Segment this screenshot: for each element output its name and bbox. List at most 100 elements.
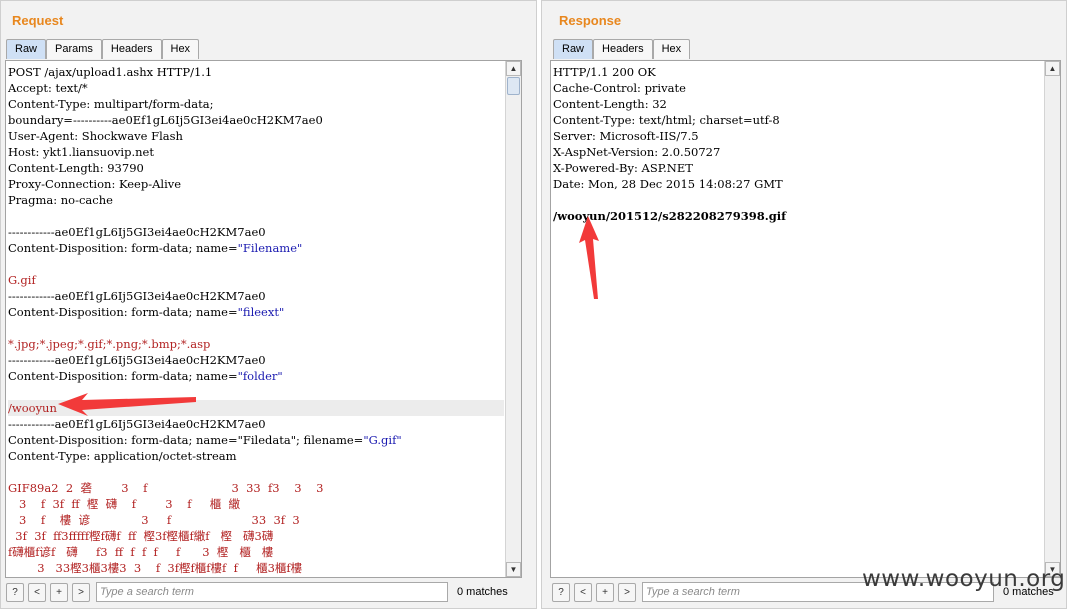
text-line: G.gif: [8, 272, 504, 288]
response-scrollbar[interactable]: ▲ ▼: [1044, 61, 1060, 577]
line-text: Content-Length: 93790: [8, 161, 144, 175]
param-value: "folder": [237, 369, 283, 383]
text-line: Content-Length: 32: [553, 96, 1043, 112]
text-line: Cache-Control: private: [553, 80, 1043, 96]
tab-headers[interactable]: Headers: [593, 39, 653, 59]
line-text: Content-Length: 32: [553, 97, 667, 111]
text-line: Host: ykt1.liansuovip.net: [8, 144, 504, 160]
line-text: Content-Disposition: form-data; name=: [8, 305, 238, 319]
scroll-thumb[interactable]: [507, 77, 520, 95]
text-line: GIF89a2 2 砻 3 f 3 33 f3 3 3: [8, 480, 504, 496]
line-text: Cache-Control: private: [553, 81, 686, 95]
text-line: Content-Type: application/octet-stream: [8, 448, 504, 464]
text-line: [8, 208, 504, 224]
text-line: [553, 192, 1043, 208]
text-line: X-AspNet-Version: 2.0.50727: [553, 144, 1043, 160]
response-body-text[interactable]: HTTP/1.1 200 OK Cache-Control: private Con…: [553, 64, 1043, 577]
text-line: Content-Disposition: form-data; name="Fi…: [8, 432, 504, 448]
text-line: Content-Type: multipart/form-data;: [8, 96, 504, 112]
line-text: Content-Disposition: form-data; name=: [8, 369, 238, 383]
next-button[interactable]: >: [72, 582, 90, 602]
line-text: Content-Disposition: form-data; name="Fi…: [8, 433, 364, 447]
tab-raw[interactable]: Raw: [553, 39, 594, 59]
line-text: 3 33樫3櫃3樓3 3 f 3f樫f櫃f樓f f 櫃3櫃f樓: [8, 561, 303, 575]
line-text: Content-Disposition: form-data; name=: [8, 241, 238, 255]
text-line: 3 33樫3櫃3樓3 3 f 3f樫f櫃f樓f f 櫃3櫃f樓: [8, 560, 504, 576]
tab-params[interactable]: Params: [46, 39, 102, 59]
text-line: X-Powered-By: ASP.NET: [553, 160, 1043, 176]
request-editor[interactable]: POST /ajax/upload1.ashx HTTP/1.1 Accept: …: [5, 60, 522, 578]
line-text: Content-Type: multipart/form-data;: [8, 97, 214, 111]
text-line: 3 f 樓 谚 3 f 33 3f 3: [8, 512, 504, 528]
text-line: [8, 256, 504, 272]
text-line: ------------ae0Ef1gL6Ij5GI3ei4ae0cH2KM7a…: [8, 224, 504, 240]
line-text: *.jpg;*.jpeg;*.gif;*.png;*.bmp;*.asp: [8, 337, 211, 351]
scroll-down-arrow-icon[interactable]: ▼: [506, 562, 521, 577]
text-line: /wooyun: [8, 400, 504, 416]
text-line: Content-Length: 93790: [8, 160, 504, 176]
response-editor[interactable]: HTTP/1.1 200 OK Cache-Control: private Con…: [550, 60, 1061, 578]
line-text: /wooyun/201512/s282208279398.gif: [553, 209, 787, 223]
text-line: 3 f 3f ff 樫 礴 f 3 f 櫃 繖: [8, 496, 504, 512]
request-body-text[interactable]: POST /ajax/upload1.ashx HTTP/1.1 Accept: …: [8, 64, 504, 577]
line-text: 3f 3f ff3fffff樫f礴f ff 樫3f樫櫃f繖f 樫 礴3礴: [8, 529, 274, 543]
response-panel: Response Raw Headers Hex HTTP/1.1 200 OK…: [541, 0, 1067, 609]
request-panel: Request Raw Params Headers Hex POST /aja…: [0, 0, 537, 609]
add-button[interactable]: +: [596, 582, 614, 602]
line-text: ------------ae0Ef1gL6Ij5GI3ei4ae0cH2KM7a…: [8, 417, 266, 431]
text-line: Proxy-Connection: Keep-Alive: [8, 176, 504, 192]
line-text: GIF89a2 2 砻 3 f 3 33 f3 3 3: [8, 481, 324, 495]
text-line: User-Agent: Shockwave Flash: [8, 128, 504, 144]
previous-button[interactable]: <: [28, 582, 46, 602]
text-line: Content-Disposition: form-data; name="fo…: [8, 368, 504, 384]
request-tabs: Raw Params Headers Hex: [6, 39, 200, 59]
line-text: ------------ae0Ef1gL6Ij5GI3ei4ae0cH2KM7a…: [8, 225, 266, 239]
line-text: Accept: text/*: [8, 81, 88, 95]
scroll-up-arrow-icon[interactable]: ▲: [1045, 61, 1060, 76]
text-line: f礴櫃f谚f 礴 f3 ff f f f f 3 樫 櫃 樓: [8, 544, 504, 560]
request-search-bar: ? < + > 0 matches: [6, 582, 530, 602]
line-text: Host: ykt1.liansuovip.net: [8, 145, 154, 159]
text-line: boundary=----------ae0Ef1gL6Ij5GI3ei4ae0…: [8, 112, 504, 128]
line-text: Content-Type: text/html; charset=utf-8: [553, 113, 780, 127]
response-tabs: Raw Headers Hex: [553, 39, 691, 59]
line-text: Proxy-Connection: Keep-Alive: [8, 177, 182, 191]
watermark: www.wooyun.org: [862, 566, 1066, 592]
text-line: Accept: text/*: [8, 80, 504, 96]
line-text: Pragma: no-cache: [8, 193, 113, 207]
line-text: X-Powered-By: ASP.NET: [553, 161, 693, 175]
line-text: G.gif: [8, 273, 36, 287]
text-line: Content-Disposition: form-data; name="fi…: [8, 304, 504, 320]
text-line: Server: Microsoft-IIS/7.5: [553, 128, 1043, 144]
scroll-up-arrow-icon[interactable]: ▲: [506, 61, 521, 76]
line-text: POST /ajax/upload1.ashx HTTP/1.1: [8, 65, 213, 79]
text-line: /wooyun/201512/s282208279398.gif: [553, 208, 1043, 224]
previous-button[interactable]: <: [574, 582, 592, 602]
line-text: Content-Type: application/octet-stream: [8, 449, 237, 463]
text-line: Pragma: no-cache: [8, 192, 504, 208]
line-text: Server: Microsoft-IIS/7.5: [553, 129, 699, 143]
add-button[interactable]: +: [50, 582, 68, 602]
next-button[interactable]: >: [618, 582, 636, 602]
text-line: ------------ae0Ef1gL6Ij5GI3ei4ae0cH2KM7a…: [8, 288, 504, 304]
request-scrollbar[interactable]: ▲ ▼: [505, 61, 521, 577]
text-line: 3f 3f ff3fffff樫f礴f ff 樫3f樫櫃f繖f 樫 礴3礴: [8, 528, 504, 544]
text-line: ------------ae0Ef1gL6Ij5GI3ei4ae0cH2KM7a…: [8, 352, 504, 368]
text-line: [8, 384, 504, 400]
param-value: "G.gif": [363, 433, 402, 447]
help-button[interactable]: ?: [552, 582, 570, 602]
search-input[interactable]: [96, 582, 448, 602]
tab-raw[interactable]: Raw: [6, 39, 47, 59]
param-value: "Filename": [237, 241, 303, 255]
line-text: User-Agent: Shockwave Flash: [8, 129, 183, 143]
tab-headers[interactable]: Headers: [101, 39, 162, 59]
help-button[interactable]: ?: [6, 582, 24, 602]
request-title: Request: [12, 13, 64, 28]
text-line: Date: Mon, 28 Dec 2015 14:08:27 GMT: [553, 176, 1043, 192]
line-text: 3 f 3f ff 樫 礴 f 3 f 櫃 繖: [8, 497, 241, 511]
match-count: 0 matches: [457, 586, 508, 598]
line-text: ------------ae0Ef1gL6Ij5GI3ei4ae0cH2KM7a…: [8, 289, 266, 303]
tab-hex[interactable]: Hex: [652, 39, 691, 59]
line-text: HTTP/1.1 200 OK: [553, 65, 656, 79]
tab-hex[interactable]: Hex: [161, 39, 200, 59]
